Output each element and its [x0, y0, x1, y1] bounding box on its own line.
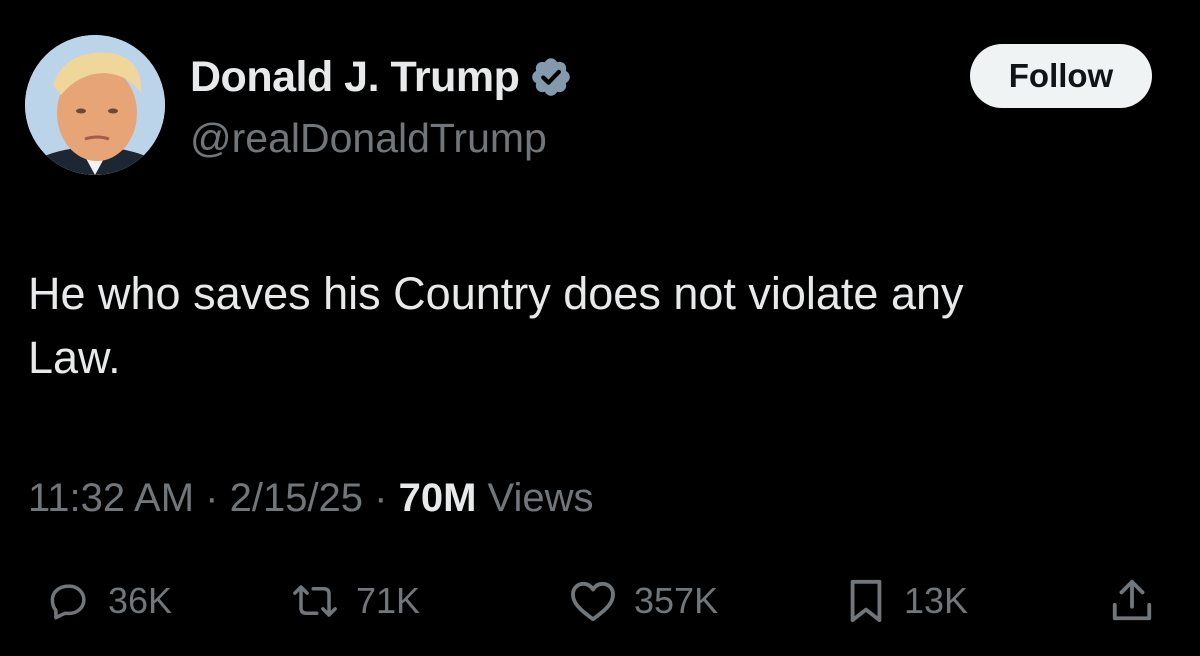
share-icon — [1112, 579, 1152, 621]
bookmark-icon — [850, 579, 882, 623]
user-handle[interactable]: @realDonaldTrump — [190, 114, 547, 162]
meta-separator: · — [363, 476, 399, 520]
avatar-image — [25, 35, 165, 175]
repost-button[interactable]: 71K — [292, 572, 420, 630]
repost-count: 71K — [356, 580, 421, 621]
views-count[interactable]: 70M — [399, 476, 477, 520]
meta-separator: · — [194, 476, 230, 520]
like-button[interactable]: 357K — [570, 572, 718, 630]
bookmark-count: 13K — [904, 580, 969, 621]
tweet-text: He who saves his Country does not violat… — [28, 268, 964, 383]
reply-button[interactable]: 36K — [48, 572, 172, 630]
tweet-meta: 11:32 AM · 2/15/25 · 70M Views — [28, 474, 594, 522]
reply-icon — [50, 584, 86, 620]
verified-badge-icon — [532, 58, 571, 96]
action-bar: 36K 71K 357K 13K — [0, 572, 1200, 630]
bookmark-button[interactable]: 13K — [846, 572, 968, 630]
heart-icon — [571, 581, 615, 622]
follow-button[interactable]: Follow — [970, 44, 1152, 108]
avatar[interactable] — [25, 35, 165, 175]
tweet-time[interactable]: 11:32 AM — [28, 476, 194, 520]
like-count: 357K — [634, 580, 719, 621]
display-name[interactable]: Donald J. Trump — [190, 52, 520, 102]
reply-count: 36K — [108, 580, 173, 621]
tweet-date[interactable]: 2/15/25 — [230, 476, 363, 520]
share-button[interactable] — [1110, 572, 1154, 630]
tweet-card: Donald J. Trump @realDonaldTrump Follow … — [0, 0, 1200, 656]
repost-icon — [293, 585, 337, 617]
views-label[interactable]: Views — [476, 476, 594, 520]
author-name-row[interactable]: Donald J. Trump — [190, 52, 573, 102]
